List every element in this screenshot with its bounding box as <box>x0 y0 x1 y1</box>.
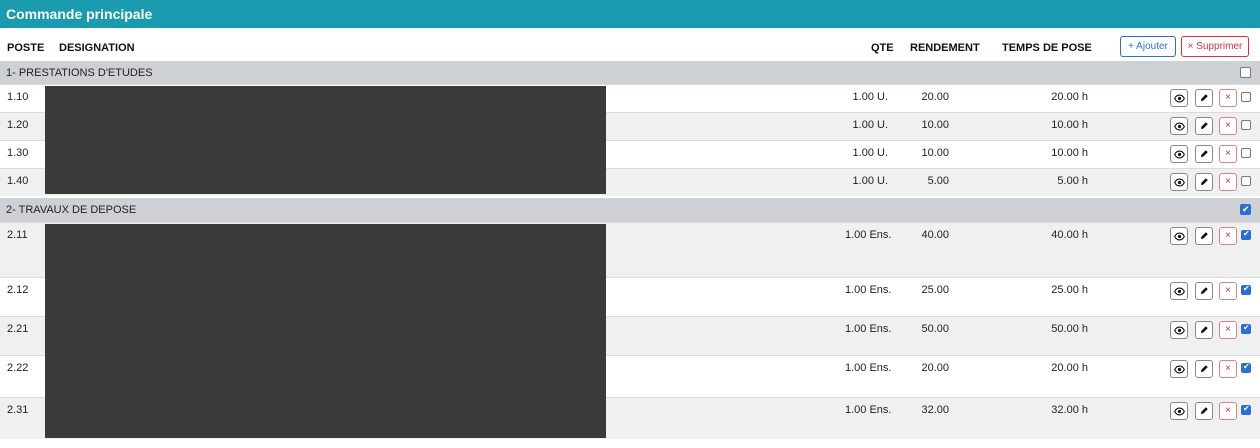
row-checkbox[interactable] <box>1241 92 1251 102</box>
pencil-icon[interactable] <box>1195 117 1213 135</box>
eye-icon[interactable] <box>1170 282 1188 300</box>
row-checkbox[interactable] <box>1241 148 1251 158</box>
pencil-icon[interactable] <box>1195 402 1213 420</box>
pencil-icon[interactable] <box>1195 321 1213 339</box>
row-poste: 2.21 <box>7 323 29 335</box>
row-rendement: 20.00 <box>921 362 949 374</box>
row-rendement: 25.00 <box>921 284 949 296</box>
pencil-icon[interactable] <box>1195 227 1213 245</box>
row-checkbox[interactable] <box>1241 229 1251 240</box>
pencil-icon[interactable] <box>1195 89 1213 107</box>
eye-icon[interactable] <box>1170 173 1188 191</box>
panel-title: Commande principale <box>0 0 1260 28</box>
row-qte: 1.00 U. <box>852 147 888 159</box>
eye-icon[interactable] <box>1170 89 1188 107</box>
redacted-block <box>45 224 606 438</box>
eye-icon[interactable] <box>1170 117 1188 135</box>
row-qte: 1.00 Ens. <box>845 404 892 416</box>
row-poste: 1.40 <box>7 175 29 187</box>
group-label: 1- PRESTATIONS D'ETUDES <box>6 67 153 79</box>
column-header-designation: DESIGNATION <box>59 42 135 54</box>
pencil-icon[interactable] <box>1195 360 1213 378</box>
row-qte: 1.00 U. <box>852 91 888 103</box>
close-icon[interactable]: × <box>1219 282 1237 300</box>
row-poste: 2.11 <box>7 229 28 241</box>
row-poste: 1.20 <box>7 119 29 131</box>
row-checkbox[interactable] <box>1241 404 1251 415</box>
eye-icon[interactable] <box>1170 321 1188 339</box>
row-rendement: 10.00 <box>921 119 949 131</box>
close-icon[interactable]: × <box>1219 117 1237 135</box>
eye-icon[interactable] <box>1170 145 1188 163</box>
row-temps-de-pose: 5.00 h <box>1057 175 1088 187</box>
row-checkbox[interactable] <box>1241 323 1251 334</box>
pencil-icon[interactable] <box>1195 282 1213 300</box>
row-qte: 1.00 Ens. <box>845 323 892 335</box>
row-qte: 1.00 Ens. <box>845 229 892 241</box>
row-qte: 1.00 Ens. <box>845 284 892 296</box>
group-row: 1- PRESTATIONS D'ETUDES <box>0 61 1260 85</box>
close-icon[interactable]: × <box>1219 89 1237 107</box>
column-header-poste: POSTE <box>7 42 45 54</box>
row-temps-de-pose: 50.00 h <box>1051 323 1088 335</box>
group-row: 2- TRAVAUX DE DEPOSE <box>0 198 1260 222</box>
row-temps-de-pose: 25.00 h <box>1051 284 1088 296</box>
row-rendement: 10.00 <box>921 147 949 159</box>
close-icon[interactable]: × <box>1219 321 1237 339</box>
delete-selected-button[interactable]: × Supprimer <box>1181 36 1249 57</box>
row-poste: 1.10 <box>7 91 29 103</box>
row-poste: 2.22 <box>7 362 29 374</box>
row-checkbox[interactable] <box>1241 176 1251 186</box>
row-rendement: 50.00 <box>921 323 949 335</box>
row-temps-de-pose: 32.00 h <box>1051 404 1088 416</box>
group-checkbox[interactable] <box>1240 67 1251 78</box>
redacted-block <box>45 86 606 194</box>
add-button[interactable]: + Ajouter <box>1120 36 1176 57</box>
pencil-icon[interactable] <box>1195 173 1213 191</box>
row-temps-de-pose: 20.00 h <box>1051 362 1088 374</box>
row-checkbox[interactable] <box>1241 284 1251 295</box>
table-header: POSTE DESIGNATION QTE RENDEMENT TEMPS DE… <box>0 34 1260 60</box>
column-header-temps-de-pose: TEMPS DE POSE <box>1002 42 1092 54</box>
row-checkbox[interactable] <box>1241 362 1251 373</box>
eye-icon[interactable] <box>1170 402 1188 420</box>
close-icon[interactable]: × <box>1219 227 1237 245</box>
row-rendement: 5.00 <box>927 175 949 187</box>
row-qte: 1.00 Ens. <box>845 362 892 374</box>
eye-icon[interactable] <box>1170 360 1188 378</box>
row-rendement: 40.00 <box>921 229 949 241</box>
row-rendement: 20.00 <box>921 91 949 103</box>
close-icon[interactable]: × <box>1219 145 1237 163</box>
row-rendement: 32.00 <box>921 404 949 416</box>
row-poste: 2.31 <box>7 404 29 416</box>
row-temps-de-pose: 40.00 h <box>1051 229 1088 241</box>
column-header-rendement: RENDEMENT <box>910 42 980 54</box>
close-icon[interactable]: × <box>1219 402 1237 420</box>
row-temps-de-pose: 20.00 h <box>1051 91 1088 103</box>
column-header-qte: QTE <box>871 42 894 54</box>
row-temps-de-pose: 10.00 h <box>1051 119 1088 131</box>
row-poste: 2.12 <box>7 284 29 296</box>
row-checkbox[interactable] <box>1241 120 1251 130</box>
row-qte: 1.00 U. <box>852 119 888 131</box>
pencil-icon[interactable] <box>1195 145 1213 163</box>
eye-icon[interactable] <box>1170 227 1188 245</box>
close-icon[interactable]: × <box>1219 360 1237 378</box>
group-checkbox[interactable] <box>1240 204 1251 215</box>
close-icon[interactable]: × <box>1219 173 1237 191</box>
row-qte: 1.00 U. <box>852 175 888 187</box>
row-temps-de-pose: 10.00 h <box>1051 147 1088 159</box>
row-poste: 1.30 <box>7 147 29 159</box>
group-label: 2- TRAVAUX DE DEPOSE <box>6 204 137 216</box>
